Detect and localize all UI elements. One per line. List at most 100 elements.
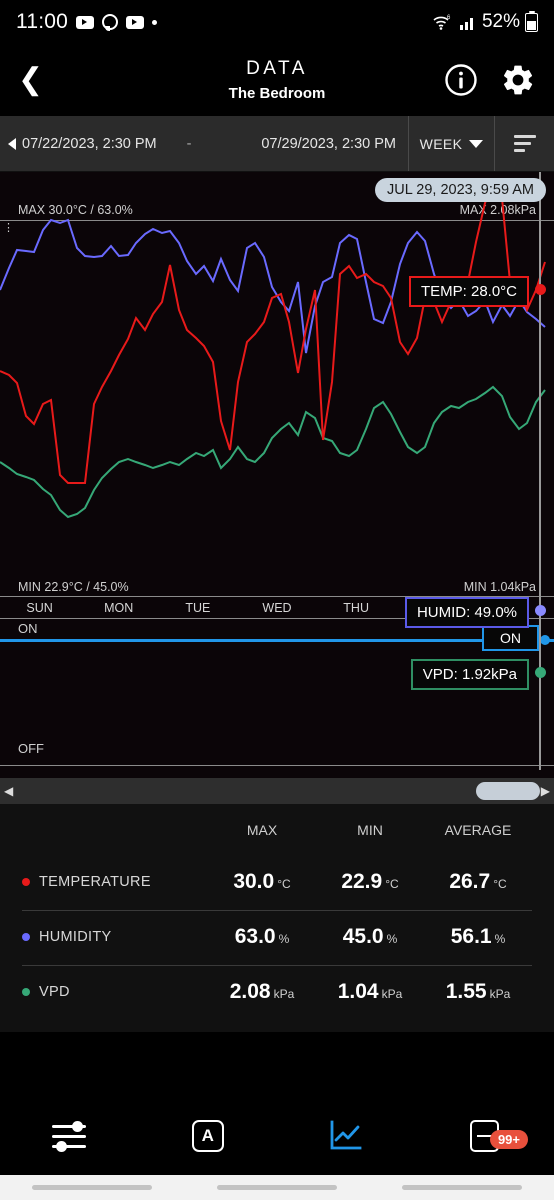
cursor-knob-state xyxy=(540,635,550,645)
youtube-icon xyxy=(126,15,144,29)
date-range-bar: 07/22/2023, 2:30 PM - 07/29/2023, 2:30 P… xyxy=(0,116,554,172)
cursor-knob-temperature xyxy=(535,284,546,295)
nav-item-notes[interactable]: 99+ xyxy=(416,1120,554,1152)
chart-cursor-line[interactable] xyxy=(539,172,541,770)
state-off-label: OFF xyxy=(18,741,44,756)
unit: kPa xyxy=(489,987,511,1001)
auto-letter: A xyxy=(201,1126,214,1145)
chart-horizontal-scrollbar[interactable]: ◀ ▶ xyxy=(0,778,554,804)
value: 56.1 xyxy=(450,925,492,948)
sort-icon xyxy=(513,135,536,152)
device-state-chart[interactable]: ON ON OFF xyxy=(0,619,554,770)
caret-left-icon[interactable] xyxy=(8,137,16,150)
scrollbar-thumb[interactable] xyxy=(476,782,540,800)
row-label-vpd: VPD xyxy=(22,984,208,1000)
day-label: WED xyxy=(262,600,292,615)
date-start[interactable]: 07/22/2023, 2:30 PM xyxy=(22,136,157,152)
nav-item-data[interactable] xyxy=(277,1119,416,1153)
cell-max: 2.08 kPa xyxy=(208,980,316,1004)
unit: kPa xyxy=(273,987,295,1001)
date-end[interactable]: 07/29/2023, 2:30 PM xyxy=(261,136,396,152)
whatsapp-icon xyxy=(102,14,118,31)
state-on-line xyxy=(0,639,554,642)
state-baseline xyxy=(0,765,554,766)
chart-line-icon xyxy=(330,1120,362,1150)
series-dot-icon xyxy=(22,988,30,996)
cell-average: 26.7 °C xyxy=(424,870,532,894)
nav-item-auto[interactable]: A xyxy=(139,1120,278,1152)
nav-item-controls[interactable] xyxy=(0,1118,139,1155)
sort-button[interactable] xyxy=(494,116,554,171)
chevron-down-icon xyxy=(469,139,484,148)
chart-svg xyxy=(0,179,546,519)
row-name: HUMIDITY xyxy=(39,929,112,945)
date-range-main[interactable]: 07/22/2023, 2:30 PM - 07/29/2023, 2:30 P… xyxy=(0,116,408,171)
tooltip-temperature: TEMP: 28.0°C xyxy=(408,276,529,307)
wifi-icon: 6 xyxy=(433,15,451,30)
app-bar-actions xyxy=(444,62,536,98)
battery-percent: 52% xyxy=(481,11,520,32)
cell-max: 30.0 °C xyxy=(208,870,316,894)
notification-badge: 99+ xyxy=(489,1130,528,1149)
back-button[interactable]: ❮ xyxy=(18,65,43,95)
column-header-min: MIN xyxy=(357,822,383,838)
youtube-icon xyxy=(76,15,94,29)
cursor-knob-vpd xyxy=(535,667,546,678)
caret-right-icon[interactable]: ▶ xyxy=(541,784,550,798)
row-label-temperature: TEMPERATURE xyxy=(22,874,208,890)
table-row[interactable]: TEMPERATURE 30.0 °C 22.9 °C 26.7 °C xyxy=(22,856,532,910)
state-badge: ON xyxy=(482,625,539,651)
info-icon[interactable] xyxy=(444,63,478,97)
app-bar: ❮ DATA The Bedroom xyxy=(0,44,554,116)
tooltip-vpd: VPD: 1.92kPa xyxy=(410,659,529,690)
gear-icon[interactable] xyxy=(500,62,536,98)
signal-icon xyxy=(459,18,473,30)
value: 26.7 xyxy=(449,870,491,893)
series-dot-icon xyxy=(22,878,30,886)
table-row[interactable]: HUMIDITY 63.0% 45.0% 56.1% xyxy=(22,911,532,965)
gesture-pill xyxy=(401,1185,522,1190)
status-bar-right: 6 52% xyxy=(432,10,538,33)
bottom-nav: A 99+ xyxy=(0,1097,554,1175)
column-header-average: AVERAGE xyxy=(444,822,512,838)
unit: % xyxy=(386,932,398,946)
caret-left-icon[interactable]: ◀ xyxy=(4,784,13,798)
range-selector[interactable]: WEEK xyxy=(408,116,494,171)
chart-min-right-label: MIN 1.04kPa xyxy=(463,580,536,594)
unit: °C xyxy=(277,877,291,891)
value: 1.55 xyxy=(445,980,487,1003)
status-bar: 11:00 6 52% xyxy=(0,0,554,44)
value: 1.04 xyxy=(337,980,379,1003)
row-name: VPD xyxy=(39,984,70,1000)
cell-max: 63.0% xyxy=(208,925,316,949)
cursor-knob-humidity xyxy=(535,605,546,616)
value: 22.9 xyxy=(341,870,383,893)
date-range-values: 07/22/2023, 2:30 PM - 07/29/2023, 2:30 P… xyxy=(22,136,408,152)
day-label: THU xyxy=(343,600,369,615)
unit: % xyxy=(494,932,506,946)
dot-icon xyxy=(152,19,157,25)
status-time: 11:00 xyxy=(16,10,68,33)
chart-min-left-label: MIN 22.9°C / 45.0% xyxy=(18,580,129,594)
range-label: WEEK xyxy=(419,135,463,152)
gesture-pill xyxy=(32,1185,153,1190)
cell-average: 56.1% xyxy=(424,925,532,949)
cell-min: 45.0% xyxy=(316,925,424,949)
unit: °C xyxy=(385,877,399,891)
value: 63.0 xyxy=(234,925,276,948)
column-header-max: MAX xyxy=(246,822,278,838)
unit: % xyxy=(278,932,290,946)
gesture-pill xyxy=(216,1185,337,1190)
table-row[interactable]: VPD 2.08 kPa 1.04 kPa 1.55 kPa xyxy=(22,966,532,1020)
cell-min: 22.9 °C xyxy=(316,870,424,894)
row-label-humidity: HUMIDITY xyxy=(22,929,208,945)
chart-area[interactable]: JUL 29, 2023, 9:59 AM MAX 30.0°C / 63.0%… xyxy=(0,172,554,804)
unit: kPa xyxy=(381,987,403,1001)
auto-box-icon: A xyxy=(191,1120,224,1152)
state-on-label: ON xyxy=(18,621,38,636)
cursor-time-pill: JUL 29, 2023, 9:59 AM xyxy=(375,178,546,202)
sliders-icon xyxy=(52,1118,87,1155)
gesture-bar xyxy=(0,1175,554,1200)
series-dot-icon xyxy=(22,933,30,941)
value: 30.0 xyxy=(233,870,275,893)
